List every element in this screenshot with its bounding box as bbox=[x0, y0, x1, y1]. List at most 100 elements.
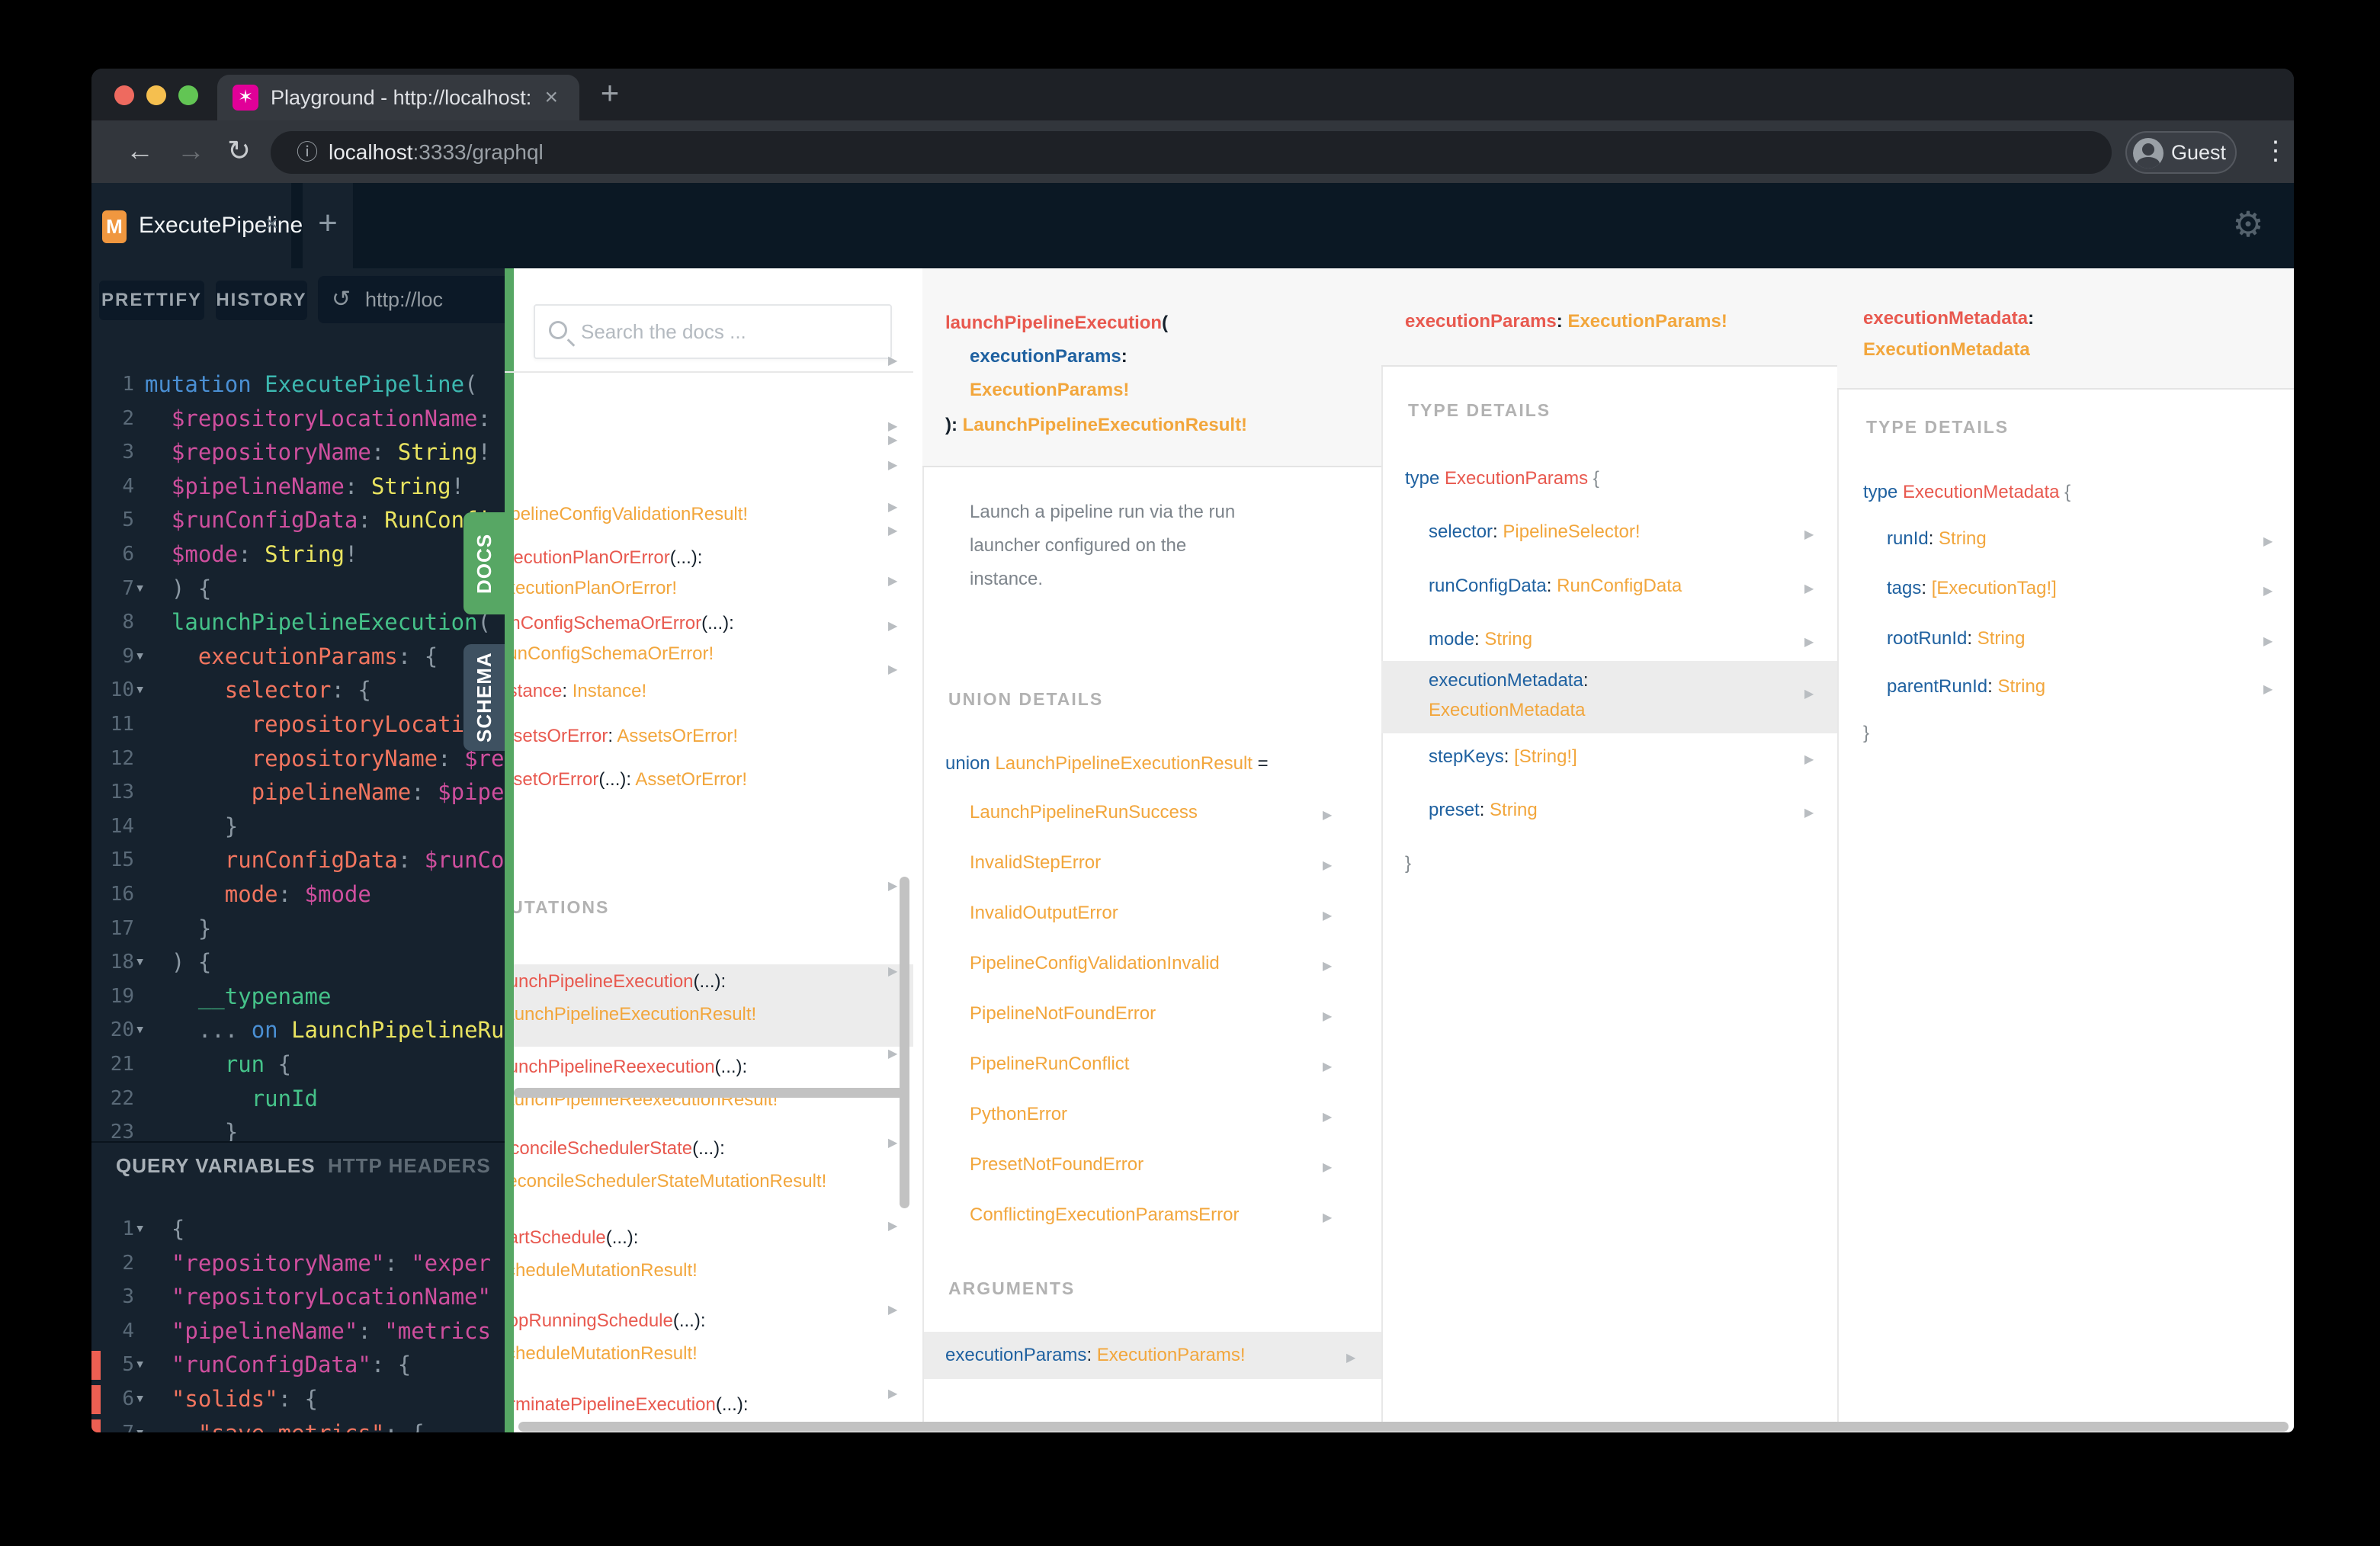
chevron-right-icon[interactable]: ▶ bbox=[1804, 752, 1814, 767]
site-info-icon[interactable]: ⓘ bbox=[297, 131, 318, 174]
traffic-close-button[interactable] bbox=[114, 85, 134, 105]
docs-horizontal-scrollbar[interactable] bbox=[518, 1422, 2289, 1432]
schema-side-tab[interactable]: SCHEMA bbox=[463, 644, 505, 751]
fold-icon[interactable]: ▾ bbox=[135, 1382, 145, 1416]
fold-icon[interactable]: ▾ bbox=[135, 1348, 145, 1382]
reload-icon[interactable]: ↻ bbox=[227, 120, 251, 183]
settings-gear-icon[interactable]: ⚙ bbox=[2223, 183, 2273, 268]
fold-icon[interactable]: ▾ bbox=[135, 945, 145, 980]
type-field-item[interactable]: executionMetadata: bbox=[1429, 670, 1588, 691]
doc-list-item[interactable]: ReconcileSchedulerStateMutationResult! bbox=[514, 1166, 826, 1197]
doc-list-item[interactable]: RunConfigSchemaOrError! bbox=[514, 639, 714, 669]
chevron-right-icon[interactable]: ▶ bbox=[888, 1046, 897, 1061]
docs-search-box[interactable] bbox=[534, 304, 892, 359]
traffic-minimize-button[interactable] bbox=[146, 85, 166, 105]
forward-icon[interactable]: → bbox=[177, 120, 205, 183]
traffic-zoom-button[interactable] bbox=[178, 85, 198, 105]
doc-list-item[interactable]: PipelineConfigValidationResult! bbox=[514, 499, 748, 530]
field-list-horizontal-scrollbar[interactable] bbox=[514, 1088, 907, 1098]
docs-panel-edge[interactable] bbox=[505, 268, 514, 1432]
chevron-right-icon[interactable]: ▶ bbox=[1323, 1210, 1332, 1225]
doc-list-item[interactable]: runConfigSchemaOrError(...): bbox=[514, 608, 734, 639]
type-field-item[interactable]: parentRunId: String bbox=[1887, 676, 2045, 698]
chevron-right-icon[interactable]: ▶ bbox=[1323, 1009, 1332, 1024]
chevron-right-icon[interactable]: ▶ bbox=[1804, 581, 1814, 596]
union-type-item[interactable]: InvalidOutputError bbox=[970, 903, 1118, 924]
fold-icon[interactable]: ▾ bbox=[135, 1416, 145, 1432]
type-field-item[interactable]: mode: String bbox=[1429, 629, 1532, 650]
chevron-right-icon[interactable]: ▶ bbox=[1323, 958, 1332, 973]
fold-icon[interactable]: ▾ bbox=[135, 673, 145, 707]
playground-tab-close-icon[interactable]: × bbox=[265, 183, 279, 265]
doc-list-item[interactable]: terminatePipelineExecution(...): bbox=[514, 1390, 749, 1420]
chevron-right-icon[interactable]: ▶ bbox=[1804, 634, 1814, 650]
chevron-right-icon[interactable]: ▶ bbox=[888, 1386, 897, 1401]
history-button[interactable]: HISTORY bbox=[216, 281, 307, 320]
doc-list-item[interactable]: executionPlanOrError(...): bbox=[514, 543, 702, 573]
doc-list-item[interactable]: LaunchPipelineExecutionResult! bbox=[514, 999, 756, 1030]
prettify-button[interactable]: PRETTIFY bbox=[99, 281, 204, 320]
chevron-right-icon[interactable]: ▶ bbox=[1804, 805, 1814, 820]
chevron-right-icon[interactable]: ▶ bbox=[2263, 583, 2273, 598]
doc-list-item[interactable]: startSchedule(...): bbox=[514, 1223, 638, 1253]
doc-list-item[interactable]: assetOrError(...): AssetOrError! bbox=[514, 765, 747, 795]
fold-icon[interactable]: ▾ bbox=[135, 572, 145, 606]
chevron-right-icon[interactable]: ▶ bbox=[888, 618, 897, 633]
doc-list-item[interactable]: ScheduleMutationResult! bbox=[514, 1256, 698, 1286]
chevron-right-icon[interactable]: ▶ bbox=[1804, 686, 1814, 701]
argument-item[interactable]: executionParams: ExecutionParams! bbox=[945, 1345, 1246, 1366]
url-text[interactable]: localhost:3333/graphql bbox=[329, 131, 544, 174]
type-field-item-line2[interactable]: ExecutionMetadata bbox=[1429, 700, 1585, 721]
chevron-right-icon[interactable]: ▶ bbox=[888, 1135, 897, 1150]
query-variables-tab[interactable]: QUERY VARIABLES bbox=[116, 1154, 316, 1178]
union-type-item[interactable]: InvalidStepError bbox=[970, 852, 1101, 874]
chevron-right-icon[interactable]: ▶ bbox=[1323, 908, 1332, 923]
chevron-right-icon[interactable]: ▶ bbox=[888, 432, 897, 447]
new-tab-button[interactable]: + bbox=[587, 69, 633, 120]
doc-list-item[interactable]: launchPipelineReexecution(...): bbox=[514, 1052, 747, 1083]
union-type-item[interactable]: PipelineConfigValidationInvalid bbox=[970, 953, 1220, 974]
chevron-right-icon[interactable]: ▶ bbox=[1323, 807, 1332, 823]
chevron-right-icon[interactable]: ▶ bbox=[888, 964, 897, 979]
chevron-right-icon[interactable]: ▶ bbox=[888, 573, 897, 589]
union-type-item[interactable]: PipelineNotFoundError bbox=[970, 1003, 1156, 1025]
chevron-right-icon[interactable]: ▶ bbox=[888, 457, 897, 473]
type-field-item[interactable]: runConfigData: RunConfigData bbox=[1429, 576, 1682, 597]
browser-menu-icon[interactable]: ⋮ bbox=[2257, 120, 2294, 183]
fold-icon[interactable]: ▾ bbox=[135, 1013, 145, 1047]
search-input[interactable] bbox=[581, 307, 878, 356]
tab-close-icon[interactable]: × bbox=[544, 75, 558, 120]
profile-chip[interactable]: Guest bbox=[2125, 131, 2237, 174]
chevron-right-icon[interactable]: ▶ bbox=[1804, 527, 1814, 542]
chevron-right-icon[interactable]: ▶ bbox=[1323, 1059, 1332, 1074]
doc-list-item[interactable]: reconcileSchedulerState(...): bbox=[514, 1134, 725, 1164]
doc-list-item[interactable]: ExecutionPlanOrError! bbox=[514, 573, 677, 604]
chevron-right-icon[interactable]: ▶ bbox=[888, 523, 897, 538]
chevron-right-icon[interactable]: ▶ bbox=[2263, 633, 2273, 649]
chevron-right-icon[interactable]: ▶ bbox=[1323, 1109, 1332, 1124]
playground-doc-tab[interactable]: M ExecutePipeline × bbox=[91, 183, 303, 268]
playground-new-tab-button[interactable]: + bbox=[303, 183, 353, 268]
doc-list-item[interactable]: launchPipelineExecution(...): bbox=[514, 967, 726, 997]
union-type-item[interactable]: PythonError bbox=[970, 1104, 1067, 1125]
chevron-right-icon[interactable]: ▶ bbox=[2263, 682, 2273, 697]
type-field-item[interactable]: rootRunId: String bbox=[1887, 628, 2025, 650]
type-field-item[interactable]: runId: String bbox=[1887, 528, 1987, 550]
doc-list-item[interactable]: ScheduleMutationResult! bbox=[514, 1339, 698, 1369]
doc-list-item[interactable]: instance: Instance! bbox=[514, 676, 646, 707]
url-bar[interactable]: ⓘ localhost:3333/graphql bbox=[271, 131, 2112, 174]
chevron-right-icon[interactable]: ▶ bbox=[888, 419, 897, 434]
union-type-item[interactable]: LaunchPipelineRunSuccess bbox=[970, 802, 1198, 823]
chevron-right-icon[interactable]: ▶ bbox=[1323, 1160, 1332, 1175]
doc-list-item[interactable]: assetsOrError: AssetsOrError! bbox=[514, 721, 738, 752]
union-type-item[interactable]: PipelineRunConflict bbox=[970, 1054, 1129, 1075]
chevron-right-icon[interactable]: ▶ bbox=[1346, 1350, 1355, 1365]
chevron-right-icon[interactable]: ▶ bbox=[888, 1218, 897, 1233]
type-field-item[interactable]: preset: String bbox=[1429, 800, 1538, 821]
chevron-right-icon[interactable]: ▶ bbox=[1323, 858, 1332, 873]
fold-icon[interactable]: ▾ bbox=[135, 1212, 145, 1246]
chevron-right-icon[interactable]: ▶ bbox=[2263, 534, 2273, 549]
chevron-right-icon[interactable]: ▶ bbox=[888, 662, 897, 677]
union-type-item[interactable]: ConflictingExecutionParamsError bbox=[970, 1204, 1239, 1226]
doc-list-item[interactable]: stopRunningSchedule(...): bbox=[514, 1306, 706, 1336]
